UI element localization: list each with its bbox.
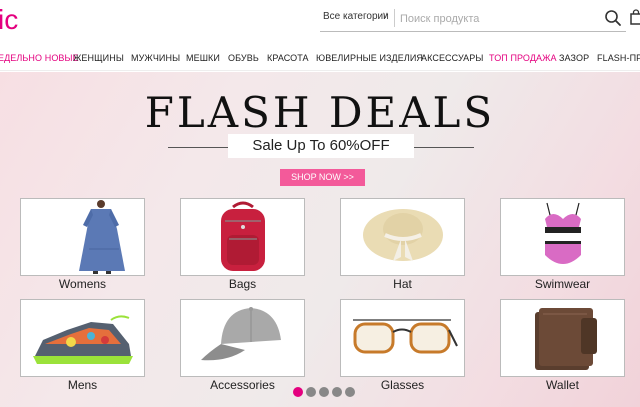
cart-icon[interactable] [629,9,640,25]
carousel-dot-4[interactable] [332,387,342,397]
category-label-wallet[interactable]: Wallet [500,378,625,392]
nav-item-beauty[interactable]: КРАСОТА [267,53,309,63]
category-label-swimwear[interactable]: Swimwear [500,277,625,291]
category-nav: ЕДЕЛЬНО НОВЫЕ ЖЕНЩИНЫ МУЖЧИНЫ МЕШКИ ОБУВ… [0,44,640,71]
carousel-dot-1[interactable] [293,387,303,397]
nav-item-top-sales[interactable]: ТОП ПРОДАЖА [489,53,557,63]
category-label-womens[interactable]: Womens [20,277,145,291]
category-card-wallet[interactable] [500,299,625,377]
carousel-dot-5[interactable] [345,387,355,397]
nav-item-accessories[interactable]: АКСЕССУАРЫ [421,53,483,63]
category-card-hat[interactable] [340,198,465,276]
hat-icon [363,209,443,261]
subtitle-rule-right [414,147,474,148]
category-label-hat[interactable]: Hat [340,277,465,291]
nav-item-clearance[interactable]: ЗАЗОР [559,53,589,63]
search-input[interactable] [400,10,590,28]
category-card-glasses[interactable] [340,299,465,377]
category-card-womens[interactable] [20,198,145,276]
subtitle-rule-left [168,147,228,148]
search-divider [394,9,395,27]
nav-item-bags[interactable]: МЕШКИ [186,53,220,63]
nav-item-men[interactable]: МУЖЧИНЫ [131,53,180,63]
shop-now-button[interactable]: SHOP NOW >> [280,169,365,186]
carousel-dot-3[interactable] [319,387,329,397]
banner-title: FLASH DEALS [144,88,496,137]
site-header: ic Все категории ∨ [0,0,640,44]
cap-icon [201,307,281,361]
nav-item-women[interactable]: ЖЕНЩИНЫ [73,53,124,63]
category-label-mens[interactable]: Mens [20,378,145,392]
search-bar: Все категории ∨ [320,6,626,32]
category-label-accessories[interactable]: Accessories [180,378,305,392]
sneaker-icon [33,315,133,364]
nav-item-jewelry[interactable]: ЮВЕЛИРНЫЕ ИЗДЕЛИЯ [316,53,423,63]
category-label-glasses[interactable]: Glasses [340,378,465,392]
glasses-icon [353,319,458,354]
category-label-bags[interactable]: Bags [180,277,305,291]
backpack-icon [221,201,265,271]
category-card-accessories[interactable] [180,299,305,377]
swimsuit-icon [545,202,581,264]
category-card-mens[interactable] [20,299,145,377]
category-card-bags[interactable] [180,198,305,276]
nav-item-flash-sale[interactable]: FLASH-ПРЕ [597,53,640,63]
category-card-swimwear[interactable] [500,198,625,276]
nav-item-new-this-week[interactable]: ЕДЕЛЬНО НОВЫЕ [0,53,79,63]
carousel-dot-2[interactable] [306,387,316,397]
category-select[interactable]: Все категории [323,11,389,22]
nav-item-shoes[interactable]: ОБУВЬ [228,53,259,63]
banner-subtitle: Sale Up To 60%OFF [228,134,414,158]
search-icon[interactable] [604,9,622,27]
site-logo[interactable]: ic [0,4,18,36]
wallet-icon [535,308,597,370]
chevron-down-icon[interactable]: ∨ [382,10,389,21]
dress-icon [79,200,125,274]
